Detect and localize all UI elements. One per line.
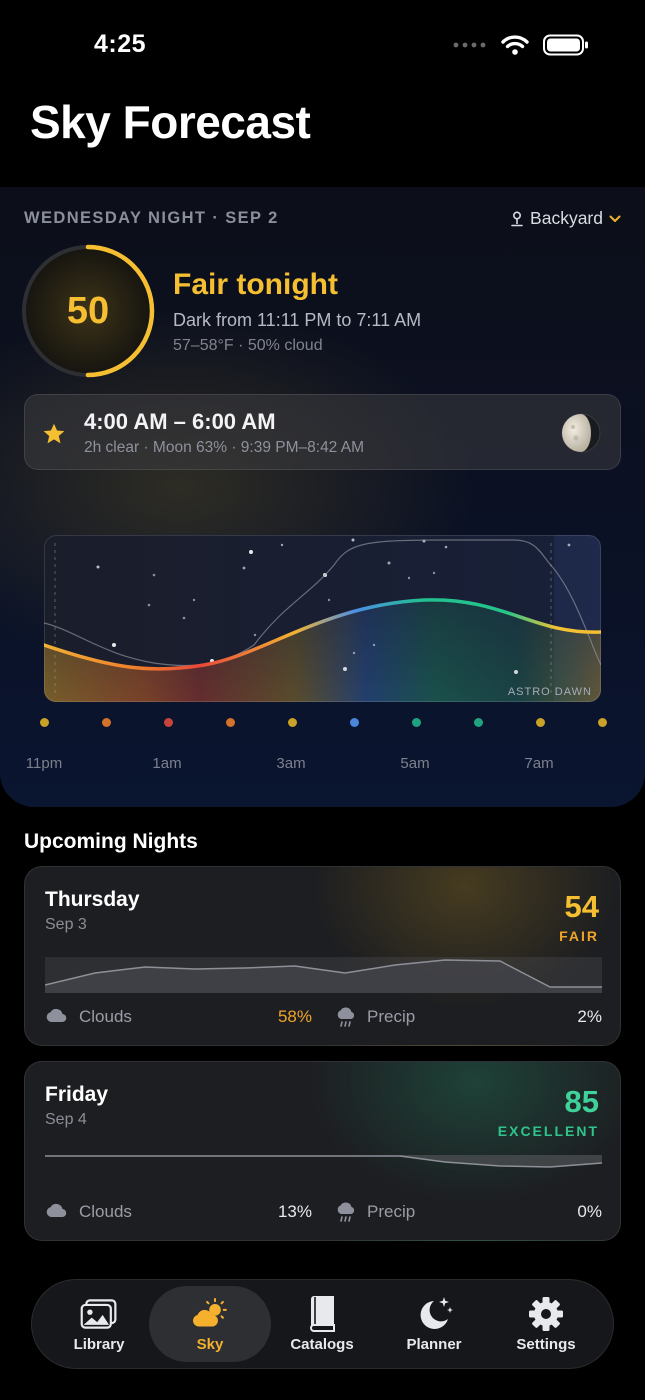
tab-sky[interactable]: Sky: [149, 1286, 271, 1362]
location-selector[interactable]: Backyard: [510, 208, 621, 229]
book-icon: [302, 1296, 342, 1332]
night-rating: EXCELLENT: [497, 1123, 599, 1139]
hour-tick-label: 3am: [276, 755, 306, 772]
quality-dot: [101, 718, 111, 727]
precip-label: Precip: [367, 1202, 416, 1221]
quality-dot: [163, 718, 173, 727]
tonight-score: 50: [66, 289, 110, 332]
hour-tick-label: 5am: [400, 755, 430, 772]
quality-dot: [225, 718, 235, 727]
hour-tick-label: 7am: [524, 755, 554, 772]
quality-dot: [411, 718, 421, 727]
status-time: 4:25: [94, 30, 147, 58]
night-card-friday[interactable]: Friday Sep 4 85 EXCELLENT Clouds 13% Pre…: [24, 1061, 621, 1241]
quality-dot: [287, 718, 297, 727]
gear-icon: [526, 1296, 566, 1332]
cloud-icon: [46, 1008, 67, 1023]
tab-planner[interactable]: Planner: [373, 1286, 495, 1362]
hour-tick-label: 11pm: [25, 755, 63, 772]
night-stats: Clouds 58% Precip 2%: [45, 1005, 602, 1029]
tab-label: Library: [73, 1336, 125, 1353]
upcoming-nights-title: Upcoming Nights: [24, 830, 198, 853]
quality-dot: [39, 718, 49, 727]
chevron-down-icon: [609, 215, 621, 222]
best-window-details: 2h clear · Moon 63% · 9:39 PM–8:42 AM: [84, 439, 365, 456]
forecast-date: WEDNESDAY NIGHT · SEP 2: [24, 209, 279, 227]
quality-dot: [535, 718, 545, 727]
location-label: Backyard: [530, 208, 603, 228]
best-window-card[interactable]: 4:00 AM – 6:00 AM 2h clear · Moon 63% · …: [24, 394, 621, 470]
quality-dot: [473, 718, 483, 727]
precip-value: 0%: [577, 1202, 602, 1221]
night-quality-chart: ASTRO DAWN: [44, 535, 601, 702]
status-icons: [453, 34, 589, 56]
cloud-cover-sparkline: [45, 1155, 602, 1168]
rain-cloud-icon: [337, 1202, 355, 1222]
star-icon: [43, 423, 65, 444]
cellular-signal-icon: [453, 42, 486, 48]
quality-dot: [349, 718, 359, 727]
partly-sunny-icon: [190, 1296, 230, 1332]
clouds-value: 13%: [277, 1202, 312, 1221]
tab-catalogs[interactable]: Catalogs: [261, 1286, 383, 1362]
tonight-forecast-card: WEDNESDAY NIGHT · SEP 2 Backyard 50 Fair…: [0, 187, 645, 807]
clouds-label: Clouds: [79, 1202, 132, 1221]
telescope-icon: [511, 210, 523, 226]
night-date: Sep 3: [45, 916, 87, 933]
battery-icon: [543, 34, 588, 56]
cloud-icon: [46, 1203, 67, 1218]
wifi-icon: [501, 35, 529, 55]
hourly-quality-dots: [0, 718, 645, 730]
moon-stars-icon: [414, 1296, 454, 1332]
tab-label: Sky: [196, 1336, 224, 1353]
tab-library[interactable]: Library: [38, 1286, 160, 1362]
status-bar: 4:25: [0, 0, 645, 90]
hour-axis: 11pm 1am 3am 5am 7am: [0, 755, 645, 775]
darkness-window: Dark from 11:11 PM to 7:11 AM: [173, 310, 422, 330]
cloud-cover-sparkline: [45, 957, 602, 993]
clouds-value: 58%: [277, 1007, 312, 1026]
moon-phase-icon: [561, 413, 601, 453]
night-score: 54: [564, 889, 599, 924]
page-title: Sky Forecast: [30, 96, 311, 148]
precip-label: Precip: [367, 1007, 416, 1026]
forecast-headline: Fair tonight: [173, 268, 338, 301]
temperature-cloud-summary: 57–58°F · 50% cloud: [173, 337, 323, 354]
best-window-time: 4:00 AM – 6:00 AM: [84, 409, 276, 434]
tab-label: Catalogs: [290, 1336, 354, 1353]
rain-cloud-icon: [337, 1007, 355, 1027]
photos-icon: [79, 1296, 119, 1332]
tab-bar: Library Sky Catalogs Planner Settings: [31, 1279, 614, 1369]
astro-dawn-label: ASTRO DAWN: [508, 686, 592, 698]
tab-label: Settings: [516, 1336, 576, 1353]
night-day: Friday: [45, 1083, 109, 1106]
hour-tick-label: 1am: [152, 755, 182, 772]
night-day: Thursday: [45, 888, 140, 911]
tab-label: Planner: [406, 1336, 462, 1353]
night-rating: FAIR: [559, 928, 599, 944]
precip-value: 2%: [577, 1007, 602, 1026]
night-card-thursday[interactable]: Thursday Sep 3 54 FAIR Clouds 58% Precip…: [24, 866, 621, 1046]
night-score: 85: [564, 1084, 599, 1119]
tab-settings[interactable]: Settings: [485, 1286, 607, 1362]
night-stats: Clouds 13% Precip 0%: [45, 1200, 602, 1224]
night-date: Sep 4: [45, 1111, 87, 1128]
quality-dot: [597, 718, 607, 727]
clouds-label: Clouds: [79, 1007, 132, 1026]
